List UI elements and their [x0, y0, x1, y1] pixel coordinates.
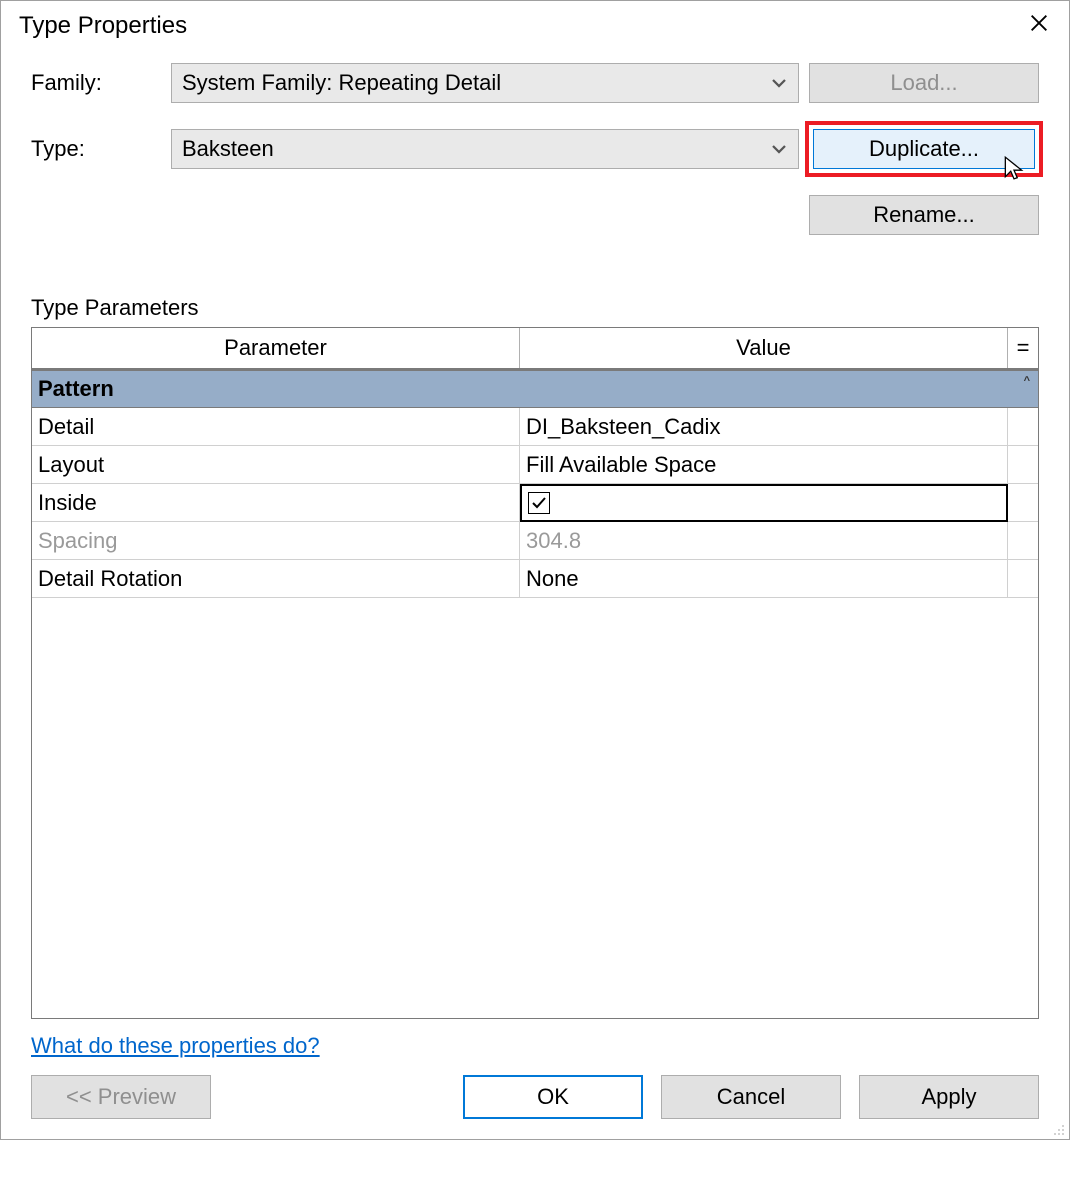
table-row[interactable]: LayoutFill Available Space: [32, 446, 1038, 484]
background-strip: [0, 1140, 1070, 1180]
checkbox[interactable]: [528, 492, 550, 514]
table-row[interactable]: DetailDI_Baksteen_Cadix: [32, 408, 1038, 446]
type-label: Type:: [31, 136, 161, 162]
cancel-button[interactable]: Cancel: [661, 1075, 841, 1119]
highlight-box: Duplicate...: [805, 121, 1043, 177]
close-icon: [1028, 12, 1050, 41]
type-dropdown[interactable]: Baksteen: [171, 129, 799, 169]
param-name: Detail: [32, 408, 520, 446]
dialog-footer: << Preview OK Cancel Apply: [31, 1075, 1039, 1129]
equals-cell: [1008, 446, 1038, 484]
equals-cell: [1008, 408, 1038, 446]
param-value[interactable]: Fill Available Space: [520, 446, 1008, 484]
collapse-icon[interactable]: ^: [1024, 375, 1030, 387]
param-name: Layout: [32, 446, 520, 484]
parameter-table-header: Parameter Value =: [32, 328, 1038, 370]
rename-button[interactable]: Rename...: [809, 195, 1039, 235]
family-dropdown[interactable]: System Family: Repeating Detail: [171, 63, 799, 103]
equals-cell: [1008, 522, 1038, 560]
family-label: Family:: [31, 70, 161, 96]
header-parameter: Parameter: [32, 328, 520, 368]
param-name: Spacing: [32, 522, 520, 560]
help-link[interactable]: What do these properties do?: [31, 1033, 320, 1059]
family-value: System Family: Repeating Detail: [182, 70, 770, 96]
header-value: Value: [520, 328, 1008, 368]
close-button[interactable]: [1019, 6, 1059, 46]
parameter-table: Parameter Value = Pattern ^ DetailDI_Bak…: [31, 327, 1039, 1019]
table-row[interactable]: Detail RotationNone: [32, 560, 1038, 598]
group-pattern[interactable]: Pattern ^: [32, 370, 1038, 408]
param-value[interactable]: DI_Baksteen_Cadix: [520, 408, 1008, 446]
parameter-table-body: Pattern ^ DetailDI_Baksteen_CadixLayoutF…: [32, 370, 1038, 1018]
load-button: Load...: [809, 63, 1039, 103]
equals-cell: [1008, 484, 1038, 522]
param-value[interactable]: None: [520, 560, 1008, 598]
param-value[interactable]: [520, 484, 1008, 522]
group-label: Pattern: [38, 376, 114, 402]
equals-cell: [1008, 560, 1038, 598]
preview-button: << Preview: [31, 1075, 211, 1119]
param-name: Detail Rotation: [32, 560, 520, 598]
apply-button[interactable]: Apply: [859, 1075, 1039, 1119]
table-row: Spacing304.8: [32, 522, 1038, 560]
param-value: 304.8: [520, 522, 1008, 560]
type-properties-dialog: Type Properties Family: System Family: R…: [0, 0, 1070, 1140]
dialog-title: Type Properties: [19, 12, 1019, 40]
type-value: Baksteen: [182, 136, 770, 162]
table-row[interactable]: Inside: [32, 484, 1038, 522]
chevron-down-icon: [770, 74, 788, 92]
header-equals: =: [1008, 328, 1038, 368]
chevron-down-icon: [770, 140, 788, 158]
titlebar: Type Properties: [1, 1, 1069, 51]
duplicate-button[interactable]: Duplicate...: [813, 129, 1035, 169]
type-parameters-label: Type Parameters: [31, 295, 1039, 321]
param-name: Inside: [32, 484, 520, 522]
ok-button[interactable]: OK: [463, 1075, 643, 1119]
resize-grip-icon[interactable]: [1051, 1121, 1067, 1137]
